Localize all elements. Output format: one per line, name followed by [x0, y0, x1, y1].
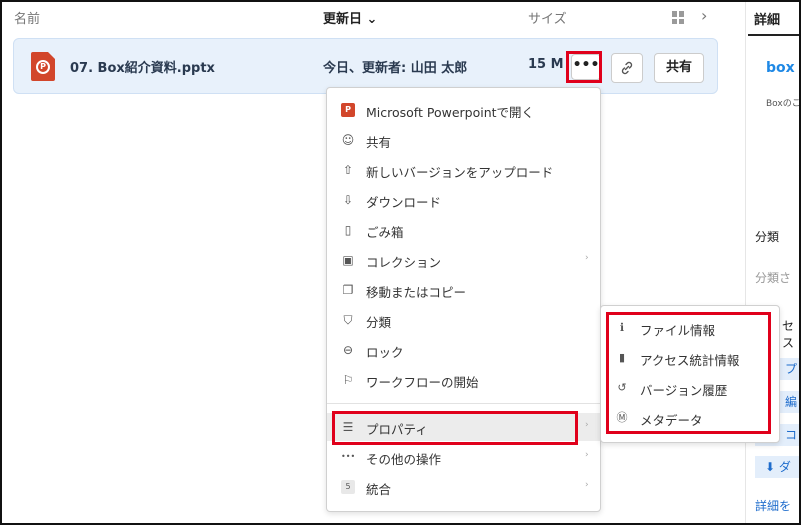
highlight-properties — [332, 411, 578, 445]
access-section-label: セス — [782, 319, 795, 350]
share-user-icon: ☺ — [341, 133, 355, 147]
menu-divider — [327, 403, 600, 404]
file-name[interactable]: 07. Box紹介資料.pptx — [70, 57, 215, 76]
shield-icon: ⛉ — [343, 313, 353, 327]
highlight-submenu — [606, 312, 771, 434]
chevron-right-icon: › — [585, 253, 589, 263]
workflow-flag-icon: ⚐ — [342, 373, 354, 387]
menu-item-label: 新しいバージョンをアップロード — [366, 165, 554, 180]
menu-item-label: ごみ箱 — [366, 225, 404, 240]
menu-item-share[interactable]: ☺ 共有 — [327, 126, 600, 154]
menu-item-lock[interactable]: ⊖ ロック — [327, 336, 600, 364]
download-icon: ⇩ — [342, 193, 354, 207]
list-header: 名前 更新日 ⌄ サイズ › — [0, 0, 745, 34]
details-tab-underline — [748, 34, 801, 36]
menu-item-upload-version[interactable]: ⇧ 新しいバージョンをアップロード — [327, 156, 600, 184]
menu-item-label: 共有 — [366, 135, 392, 150]
box-logo: box — [766, 60, 795, 76]
grid-view-icon[interactable] — [672, 11, 685, 24]
copy-link-button[interactable] — [611, 53, 643, 83]
menu-item-label: 移動またはコピー — [366, 285, 467, 300]
menu-item-label: ダウンロード — [366, 195, 442, 210]
chevron-right-icon[interactable]: › — [701, 6, 707, 25]
pptx-file-icon: P — [31, 52, 55, 81]
lock-icon: ⊖ — [342, 343, 354, 357]
classification-label: 分類 — [755, 230, 780, 244]
upload-icon: ⇧ — [342, 163, 354, 177]
menu-item-label: ワークフローの開始 — [366, 375, 479, 390]
menu-item-other-actions[interactable]: ••• その他の操作 › — [327, 443, 600, 471]
link-icon — [621, 61, 633, 75]
menu-item-collection[interactable]: ▣ コレクション › — [327, 246, 600, 274]
column-date-label: 更新日 — [323, 12, 363, 27]
menu-item-download[interactable]: ⇩ ダウンロード — [327, 186, 600, 214]
details-tab[interactable]: 詳細 — [754, 9, 780, 28]
menu-item-integrations[interactable]: 5 統合 › — [327, 473, 600, 501]
sort-chevron-icon: ⌄ — [366, 12, 378, 27]
panel-button-download[interactable]: ⬇ ダ — [755, 456, 801, 478]
column-date-header[interactable]: 更新日 ⌄ — [323, 8, 377, 27]
context-menu: P Microsoft Powerpointで開く ☺ 共有 ⇧ 新しいバージョ… — [326, 87, 601, 512]
menu-item-start-workflow[interactable]: ⚐ ワークフローの開始 — [327, 366, 600, 394]
collection-icon: ▣ — [342, 253, 354, 267]
more-icon: ••• — [341, 452, 356, 461]
box-description: Boxのこ — [766, 99, 801, 109]
menu-item-label: その他の操作 — [366, 452, 442, 467]
classification-value[interactable]: 分類さ — [755, 269, 791, 286]
copy-icon: ❐ — [342, 283, 354, 297]
details-link[interactable]: 詳細を — [755, 497, 791, 514]
menu-item-label: 分類 — [366, 315, 392, 330]
highlight-more-button — [566, 51, 602, 83]
file-updated: 今日、更新者: 山田 太郎 — [323, 61, 468, 76]
column-size-header[interactable]: サイズ — [528, 8, 567, 27]
chevron-right-icon: › — [585, 480, 589, 490]
menu-item-move-copy[interactable]: ❐ 移動またはコピー — [327, 276, 600, 304]
panel-divider — [745, 0, 746, 525]
integration-icon: 5 — [341, 480, 355, 494]
file-size: 15 M — [528, 57, 564, 72]
menu-item-label: コレクション — [366, 255, 442, 270]
menu-item-classification[interactable]: ⛉ 分類 — [327, 306, 600, 334]
menu-item-label: Microsoft Powerpointで開く — [366, 105, 535, 120]
chevron-right-icon: › — [585, 420, 589, 430]
column-name-header[interactable]: 名前 — [14, 8, 40, 27]
share-button[interactable]: 共有 — [654, 53, 704, 83]
menu-item-label: ロック — [366, 345, 404, 360]
chevron-right-icon: › — [585, 450, 589, 460]
powerpoint-icon: P — [341, 103, 355, 117]
menu-item-trash[interactable]: ▯ ごみ箱 — [327, 216, 600, 244]
menu-item-label: 統合 — [366, 482, 392, 497]
trash-icon: ▯ — [344, 223, 352, 237]
menu-item-open-powerpoint[interactable]: P Microsoft Powerpointで開く — [327, 96, 600, 124]
file-row[interactable]: P 07. Box紹介資料.pptx 今日、更新者: 山田 太郎 15 M ••… — [13, 38, 718, 94]
